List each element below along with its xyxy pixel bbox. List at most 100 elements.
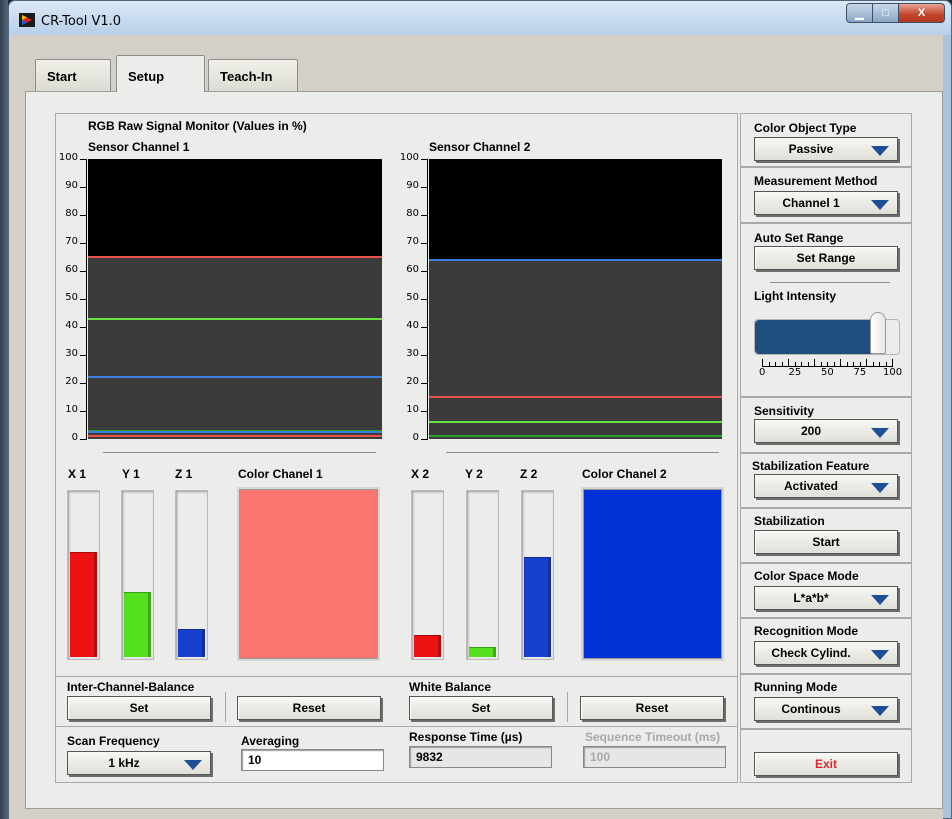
measurement-method-label: Measurement Method	[754, 174, 878, 188]
color-object-type-dropdown[interactable]: Passive	[754, 137, 898, 161]
chart1-tick-label: 40	[65, 320, 78, 331]
chart2-tick-mark	[421, 327, 427, 328]
chart1-tick-label: 70	[65, 236, 78, 247]
running-mode-dropdown[interactable]: Continous	[754, 697, 898, 721]
inter-channel-set-button[interactable]: Set	[67, 696, 211, 720]
stabilization-feature-label: Stabilization Feature	[752, 459, 870, 473]
chart2-tick-mark	[421, 159, 427, 160]
stabilization-feature-dropdown[interactable]: Activated	[754, 474, 898, 498]
chart1-tick-label: 90	[65, 180, 78, 191]
recognition-mode-value: Check Cylind.	[771, 646, 851, 660]
y1-label: Y 1	[122, 467, 140, 481]
x1-label: X 1	[68, 467, 87, 481]
set-range-button[interactable]: Set Range	[754, 246, 898, 270]
color-object-type-label: Color Object Type	[754, 121, 857, 135]
running-mode-label: Running Mode	[754, 680, 838, 694]
auto-set-range-label: Auto Set Range	[754, 231, 844, 245]
chevron-down-icon	[871, 483, 889, 493]
color-space-mode-dropdown[interactable]: L*a*b*	[754, 586, 898, 610]
chevron-down-icon	[871, 706, 889, 716]
chart2-tick-label: 40	[406, 320, 419, 331]
minimize-button[interactable]: ▁	[846, 3, 873, 23]
running-mode-value: Continous	[781, 702, 841, 716]
chart2-title: Sensor Channel 2	[429, 140, 531, 154]
color-object-type-value: Passive	[788, 142, 834, 156]
chart1-tick-label: 80	[65, 208, 78, 219]
light-intensity-slider[interactable]	[754, 312, 900, 355]
light-intensity-label: Light Intensity	[754, 289, 836, 303]
exit-button[interactable]: Exit	[754, 752, 898, 776]
stabilization-start-button[interactable]: Start	[754, 530, 898, 554]
scan-frequency-dropdown[interactable]: 1 kHz	[67, 751, 211, 775]
window-title: CR-Tool V1.0	[41, 14, 122, 29]
tab-setup[interactable]: Setup	[116, 55, 205, 92]
z1-label: Z 1	[175, 467, 193, 481]
stabilization-label: Stabilization	[754, 514, 825, 528]
z2-bar-fill	[524, 557, 551, 657]
x1-bar-fill	[70, 552, 97, 657]
chart1-tick-mark	[80, 383, 86, 384]
tab-teach-in-label: Teach-In	[220, 69, 273, 84]
chart2-series-line	[429, 258, 722, 261]
chevron-down-icon	[871, 428, 889, 438]
averaging-label: Averaging	[241, 734, 300, 748]
tab-teach-in[interactable]: Teach-In	[208, 59, 298, 92]
z1-bar	[175, 490, 208, 660]
scan-frequency-label: Scan Frequency	[67, 734, 160, 748]
x2-label: X 2	[411, 467, 430, 481]
tab-start[interactable]: Start	[35, 59, 111, 92]
chart2-tick-label: 10	[406, 404, 419, 415]
chevron-down-icon	[871, 595, 889, 605]
inter-channel-reset-button[interactable]: Reset	[237, 696, 381, 720]
y2-bar-fill	[469, 647, 496, 657]
color-channel2-swatch	[581, 487, 724, 661]
white-balance-reset-button[interactable]: Reset	[580, 696, 724, 720]
chart1-series-line	[88, 376, 382, 379]
measurement-method-dropdown[interactable]: Channel 1	[754, 191, 898, 215]
chart1-tick-mark	[80, 411, 86, 412]
white-balance-set-button[interactable]: Set	[409, 696, 553, 720]
chart2-tick-mark	[421, 299, 427, 300]
chart1-title: Sensor Channel 1	[88, 140, 190, 154]
chart2-tick-label: 0	[412, 432, 419, 443]
chart2-tick-label: 80	[406, 208, 419, 219]
chart2-tick-label: 70	[406, 236, 419, 247]
recognition-mode-dropdown[interactable]: Check Cylind.	[754, 641, 898, 665]
window-controls: ▁ □ X	[846, 3, 945, 23]
light-intensity-thumb[interactable]	[869, 312, 886, 354]
chart1-tick-mark	[80, 299, 86, 300]
z1-bar-fill	[178, 629, 205, 657]
stabilization-feature-value: Activated	[783, 479, 839, 493]
monitor-title: RGB Raw Signal Monitor (Values in %)	[88, 119, 307, 133]
averaging-input[interactable]: 10	[241, 749, 384, 771]
scan-frequency-value: 1 kHz	[108, 756, 140, 770]
slider-scale-label: 75	[853, 367, 867, 378]
measurement-method-value: Channel 1	[782, 196, 840, 210]
chart2-tick-mark	[421, 439, 427, 440]
chart1-series-line	[88, 256, 382, 258]
chart1-series-line	[88, 435, 382, 438]
minimize-icon: ▁	[855, 7, 864, 20]
z2-label: Z 2	[520, 467, 538, 481]
chart1-tick-label: 20	[65, 376, 78, 387]
response-time-field: 9832	[409, 746, 552, 768]
maximize-icon: □	[882, 7, 889, 19]
desktop-edge	[0, 0, 8, 819]
chart1-plot	[88, 159, 382, 439]
chevron-down-icon	[871, 200, 889, 210]
inter-channel-balance-label: Inter-Channel-Balance	[67, 680, 195, 694]
close-button[interactable]: X	[899, 3, 945, 23]
chart2-tick-label: 20	[406, 376, 419, 387]
sequence-timeout-field: 100	[583, 746, 726, 768]
sensitivity-dropdown[interactable]: 200	[754, 419, 898, 443]
close-icon: X	[917, 7, 926, 19]
chart2-tick-mark	[421, 271, 427, 272]
tab-setup-label: Setup	[128, 69, 165, 84]
y2-bar	[466, 490, 499, 660]
chevron-down-icon	[871, 650, 889, 660]
chart2-series-line	[429, 435, 722, 438]
white-balance-label: White Balance	[409, 680, 492, 694]
maximize-button[interactable]: □	[873, 3, 899, 23]
chart1-tick-label: 50	[65, 292, 78, 303]
tab-start-label: Start	[47, 69, 77, 84]
